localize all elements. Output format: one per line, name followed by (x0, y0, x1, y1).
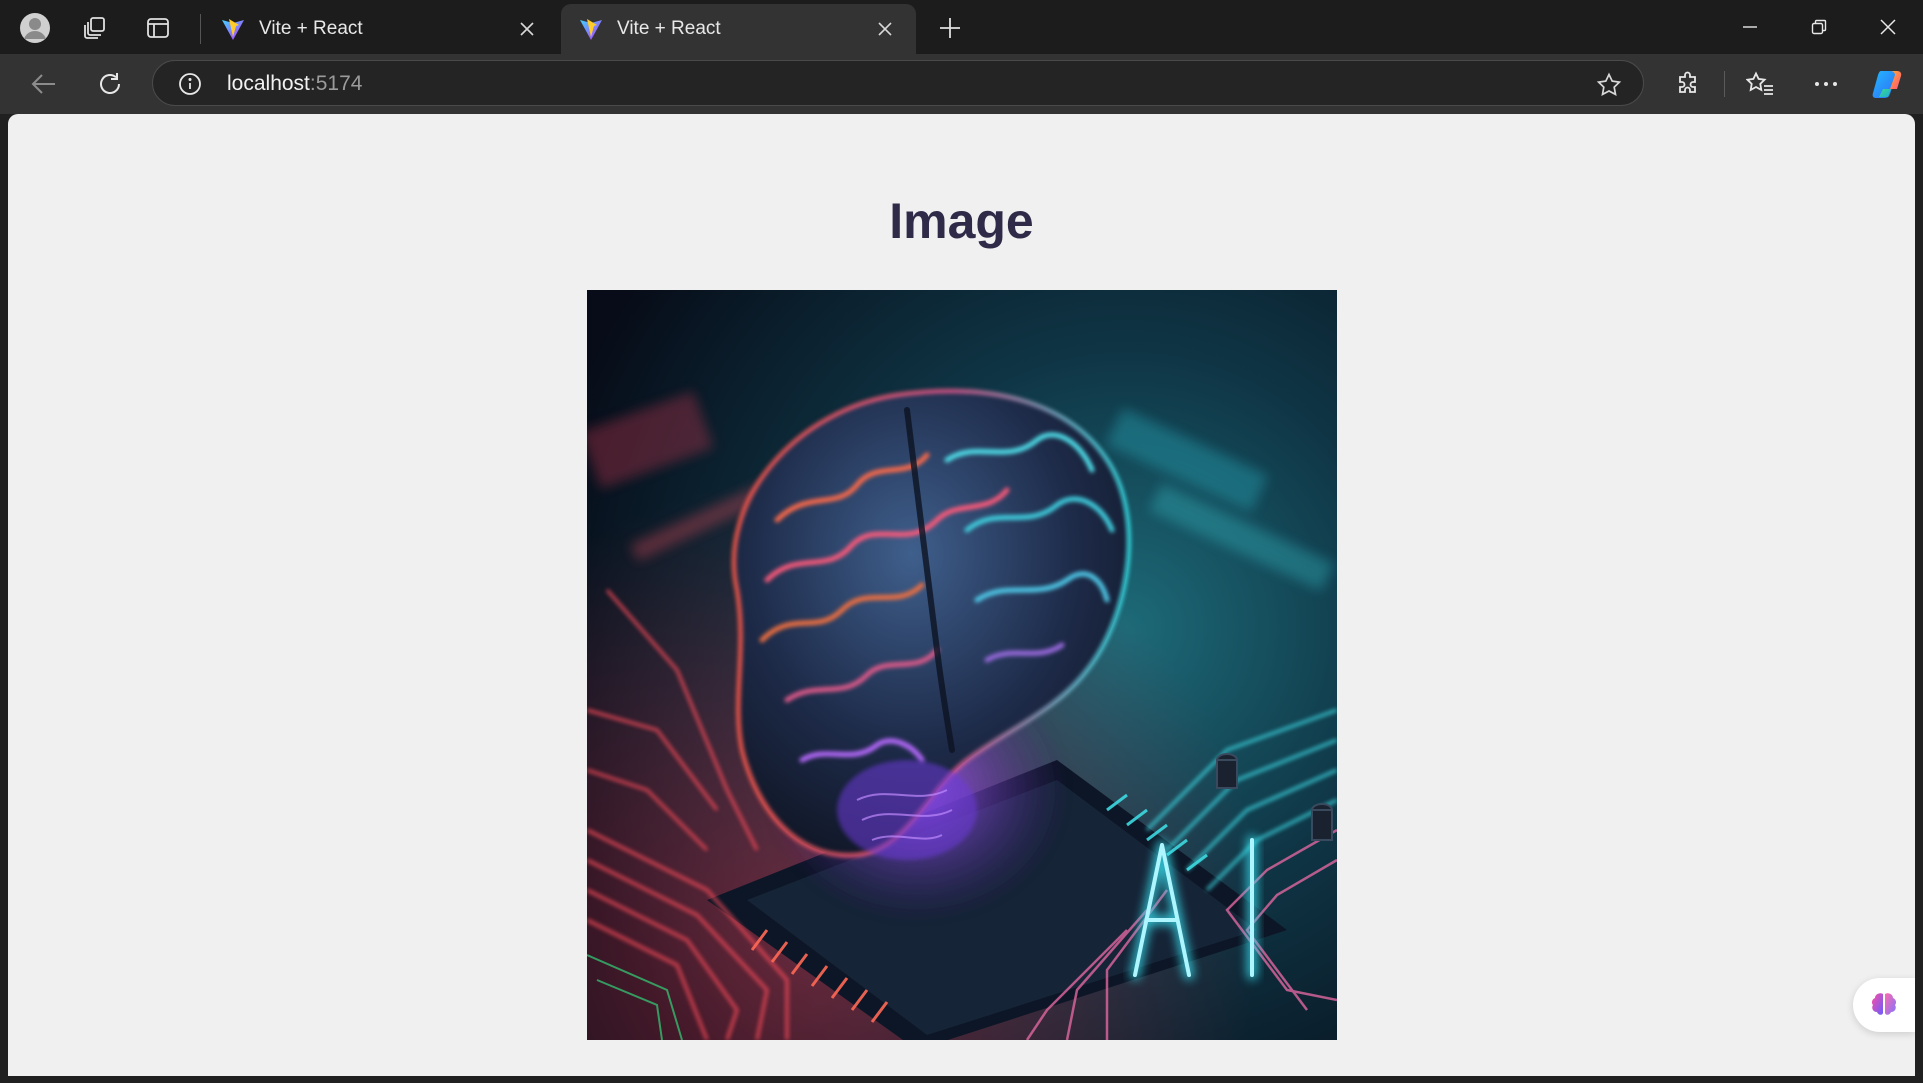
address-bar[interactable]: localhost:5174 (152, 60, 1644, 106)
close-window-button[interactable] (1854, 0, 1922, 54)
copilot-icon (1872, 71, 1902, 98)
browser-toolbar: localhost:5174 (0, 54, 1923, 114)
tab-actions-icon[interactable] (136, 9, 180, 47)
new-tab-button[interactable] (930, 10, 970, 46)
window-bottom-edge (0, 1076, 1923, 1083)
workspaces-icon[interactable] (73, 9, 117, 47)
refresh-button[interactable] (88, 64, 132, 104)
close-icon[interactable] (512, 14, 542, 44)
tab-title: Vite + React (259, 18, 363, 39)
hero-image (587, 290, 1337, 1040)
minimize-icon (1743, 26, 1757, 28)
vite-logo-icon (580, 19, 602, 40)
url-port: :5174 (309, 72, 363, 95)
title-bar: Vite + React Vite + React (0, 0, 1923, 54)
plus-icon (940, 18, 960, 38)
url-text[interactable]: localhost:5174 (227, 72, 362, 96)
tab-vite-react-1[interactable]: Vite + React (203, 4, 558, 54)
close-window-icon (1880, 19, 1896, 35)
back-arrow-icon (31, 74, 55, 94)
more-button[interactable] (1804, 64, 1848, 104)
page-title: Image (889, 193, 1034, 249)
restore-icon (1811, 19, 1827, 35)
tab-vite-react-2[interactable]: Vite + React (561, 4, 916, 54)
refresh-icon (100, 73, 120, 94)
vite-logo-icon (222, 19, 244, 40)
puzzle-icon (1679, 71, 1696, 93)
tab-separator (200, 14, 201, 44)
extensions-button[interactable] (1666, 64, 1710, 104)
profile-avatar-icon[interactable] (13, 9, 57, 47)
close-icon[interactable] (870, 14, 900, 44)
more-icon (1815, 82, 1837, 86)
page-viewport: Image (8, 114, 1915, 1076)
tab-title: Vite + React (617, 18, 721, 39)
brain-icon (1871, 993, 1897, 1015)
copilot-button[interactable] (1866, 64, 1910, 104)
favorites-icon (1746, 71, 1773, 95)
url-host: localhost (227, 72, 310, 95)
info-icon[interactable] (177, 71, 203, 97)
restore-button[interactable] (1785, 0, 1853, 54)
star-icon[interactable] (1595, 71, 1623, 99)
minimize-button[interactable] (1716, 0, 1784, 54)
back-button[interactable] (22, 64, 66, 104)
side-widget-button[interactable] (1853, 978, 1915, 1032)
toolbar-separator (1724, 71, 1725, 97)
favorites-button[interactable] (1738, 64, 1782, 104)
